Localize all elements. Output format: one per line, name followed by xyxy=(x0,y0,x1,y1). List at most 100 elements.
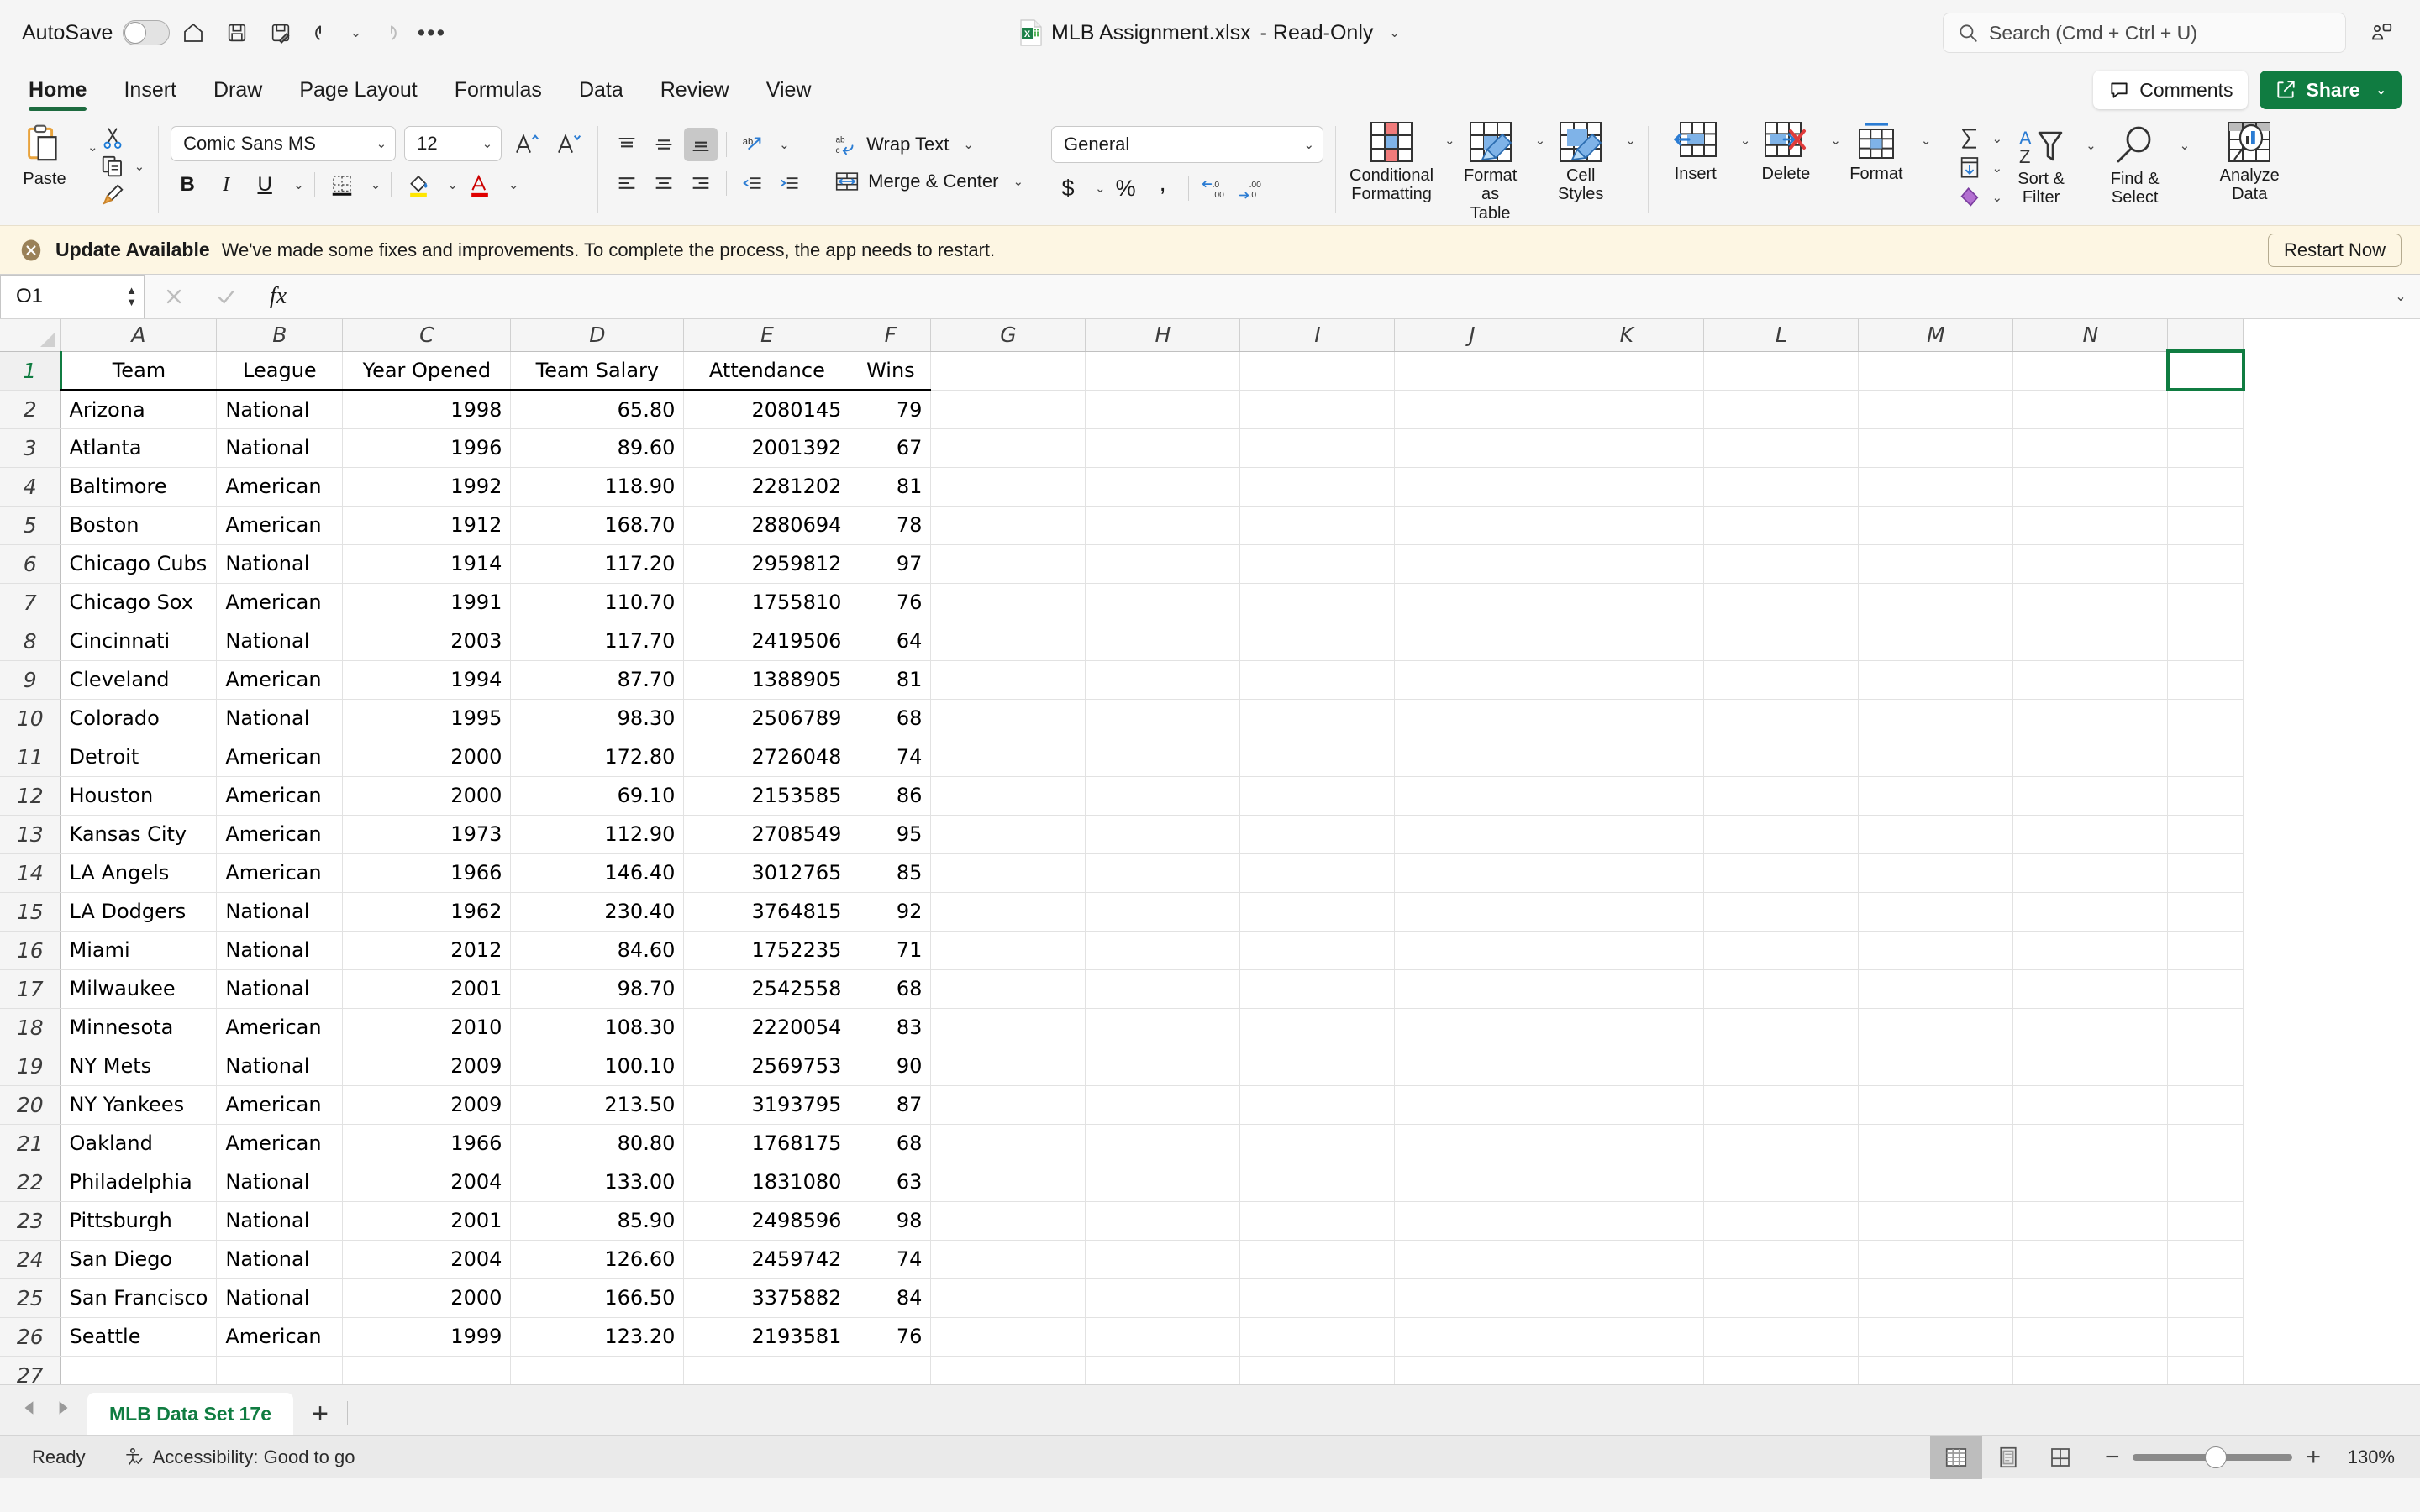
sort-filter-dropdown-icon[interactable]: ⌄ xyxy=(2086,123,2096,153)
cell-empty[interactable] xyxy=(1394,853,1550,893)
cell-empty[interactable] xyxy=(1858,1278,2014,1318)
cell-attendance[interactable]: 2569753 xyxy=(683,1047,851,1086)
cell-wins[interactable]: 74 xyxy=(850,1240,932,1279)
cell-empty[interactable] xyxy=(1703,351,1860,391)
cell-empty[interactable] xyxy=(1085,738,1241,777)
cell-empty[interactable] xyxy=(1549,1317,1705,1357)
cell-attendance[interactable]: 3764815 xyxy=(683,892,851,932)
cell-league[interactable]: American xyxy=(216,1124,344,1163)
cell-empty[interactable] xyxy=(1085,1317,1241,1357)
cell-empty[interactable] xyxy=(1394,1047,1550,1086)
cell-empty[interactable] xyxy=(1703,1163,1860,1202)
cell-empty[interactable] xyxy=(1549,544,1705,584)
cell-empty[interactable] xyxy=(1394,622,1550,661)
cell-header-6[interactable]: Wins xyxy=(850,351,932,391)
cell-team-salary[interactable]: 69.10 xyxy=(510,776,685,816)
cell-attendance[interactable]: 1768175 xyxy=(683,1124,851,1163)
cell-empty[interactable] xyxy=(1085,506,1241,545)
cell-empty[interactable] xyxy=(2012,351,2169,391)
cell-empty[interactable] xyxy=(2167,428,2244,468)
delete-cells-button[interactable]: Delete xyxy=(1750,118,1821,183)
confirm-icon[interactable] xyxy=(200,274,252,319)
cell-empty[interactable] xyxy=(1703,428,1860,468)
cell-empty[interactable] xyxy=(1085,892,1241,932)
cell-team[interactable]: Arizona xyxy=(60,390,218,429)
cell-empty[interactable] xyxy=(2167,738,2244,777)
cell-empty[interactable] xyxy=(1858,390,2014,429)
cell-empty[interactable] xyxy=(2012,815,2169,854)
redo-icon[interactable] xyxy=(367,13,408,53)
cell-empty[interactable] xyxy=(2167,660,2244,700)
cell-league[interactable]: National xyxy=(216,1163,344,1202)
cell-empty[interactable] xyxy=(2012,1278,2169,1318)
cell-empty[interactable] xyxy=(1703,544,1860,584)
cell-team[interactable]: Cincinnati xyxy=(60,622,218,661)
increase-font-size-button[interactable] xyxy=(510,127,544,160)
cell-empty[interactable] xyxy=(1085,660,1241,700)
cell-empty[interactable] xyxy=(1858,1124,2014,1163)
borders-button[interactable] xyxy=(325,168,359,202)
format-cells-button[interactable]: Format xyxy=(1841,118,1912,183)
cell-team[interactable]: Chicago Cubs xyxy=(60,544,218,584)
cell-empty[interactable] xyxy=(1549,351,1705,391)
zoom-slider-handle[interactable] xyxy=(2205,1446,2228,1468)
row-header-3[interactable]: 3 xyxy=(0,428,61,468)
cell-empty[interactable] xyxy=(2167,1124,2244,1163)
cell-attendance[interactable]: 3012765 xyxy=(683,853,851,893)
cell-attendance[interactable]: 2220054 xyxy=(683,1008,851,1047)
cell-empty[interactable] xyxy=(2012,776,2169,816)
cell-wins[interactable]: 64 xyxy=(850,622,932,661)
cell-empty[interactable] xyxy=(1394,1201,1550,1241)
cell-empty[interactable] xyxy=(2012,1085,2169,1125)
search-input[interactable]: Search (Cmd + Ctrl + U) xyxy=(1943,13,2346,53)
row-header-10[interactable]: 10 xyxy=(0,699,61,738)
cell-empty[interactable] xyxy=(1239,544,1396,584)
restart-now-button[interactable]: Restart Now xyxy=(2267,233,2402,267)
cell-empty[interactable] xyxy=(930,660,1086,700)
column-header-h[interactable]: H xyxy=(1085,319,1241,352)
cell-empty[interactable] xyxy=(2167,1278,2244,1318)
italic-button[interactable]: I xyxy=(209,168,243,202)
cell-empty[interactable] xyxy=(1549,969,1705,1009)
cell-empty[interactable] xyxy=(1239,1085,1396,1125)
zoom-in-button[interactable]: + xyxy=(2306,1444,2321,1470)
cell-team[interactable]: NY Mets xyxy=(60,1047,218,1086)
currency-dropdown-icon[interactable]: ⌄ xyxy=(1095,181,1106,196)
save-as-icon[interactable] xyxy=(260,13,301,53)
cell-empty[interactable] xyxy=(2012,390,2169,429)
cell-empty[interactable] xyxy=(1549,738,1705,777)
cell-empty[interactable] xyxy=(1703,1278,1860,1318)
cell-year-opened[interactable]: 1966 xyxy=(342,1124,512,1163)
accessibility-status[interactable]: Accessibility: Good to go xyxy=(104,1446,374,1468)
cell-empty[interactable] xyxy=(930,969,1086,1009)
cell-empty[interactable] xyxy=(1239,931,1396,970)
cell-wins[interactable]: 86 xyxy=(850,776,932,816)
column-header-e[interactable]: E xyxy=(683,319,851,352)
cell-empty[interactable] xyxy=(1858,506,2014,545)
row-header-15[interactable]: 15 xyxy=(0,892,61,932)
cell-year-opened[interactable]: 1994 xyxy=(342,660,512,700)
cell-empty[interactable] xyxy=(1394,467,1550,507)
cell-wins[interactable]: 85 xyxy=(850,853,932,893)
cell-empty[interactable] xyxy=(1394,351,1550,391)
align-top-button[interactable] xyxy=(610,128,644,161)
sort-filter-button[interactable]: A Z Sort & Filter xyxy=(2006,123,2076,207)
cell-year-opened[interactable]: 1973 xyxy=(342,815,512,854)
cell-team-salary[interactable]: 84.60 xyxy=(510,931,685,970)
cell-empty[interactable] xyxy=(1085,1163,1241,1202)
cell-wins[interactable]: 76 xyxy=(850,1317,932,1357)
cell-empty[interactable] xyxy=(1239,969,1396,1009)
cell-year-opened[interactable]: 1914 xyxy=(342,544,512,584)
cell-league[interactable]: American xyxy=(216,467,344,507)
cell-empty[interactable] xyxy=(1239,1356,1396,1384)
cell-team-salary[interactable]: 123.20 xyxy=(510,1317,685,1357)
cell-year-opened[interactable]: 1999 xyxy=(342,1317,512,1357)
more-options-icon[interactable]: ••• xyxy=(411,21,453,45)
row-header-17[interactable]: 17 xyxy=(0,969,61,1009)
format-painter-button[interactable] xyxy=(98,181,147,208)
cell-team-salary[interactable]: 80.80 xyxy=(510,1124,685,1163)
close-circle-icon[interactable] xyxy=(18,238,44,263)
cell-league[interactable]: National xyxy=(216,544,344,584)
cell-empty[interactable] xyxy=(930,1124,1086,1163)
cell-empty[interactable] xyxy=(1085,1278,1241,1318)
